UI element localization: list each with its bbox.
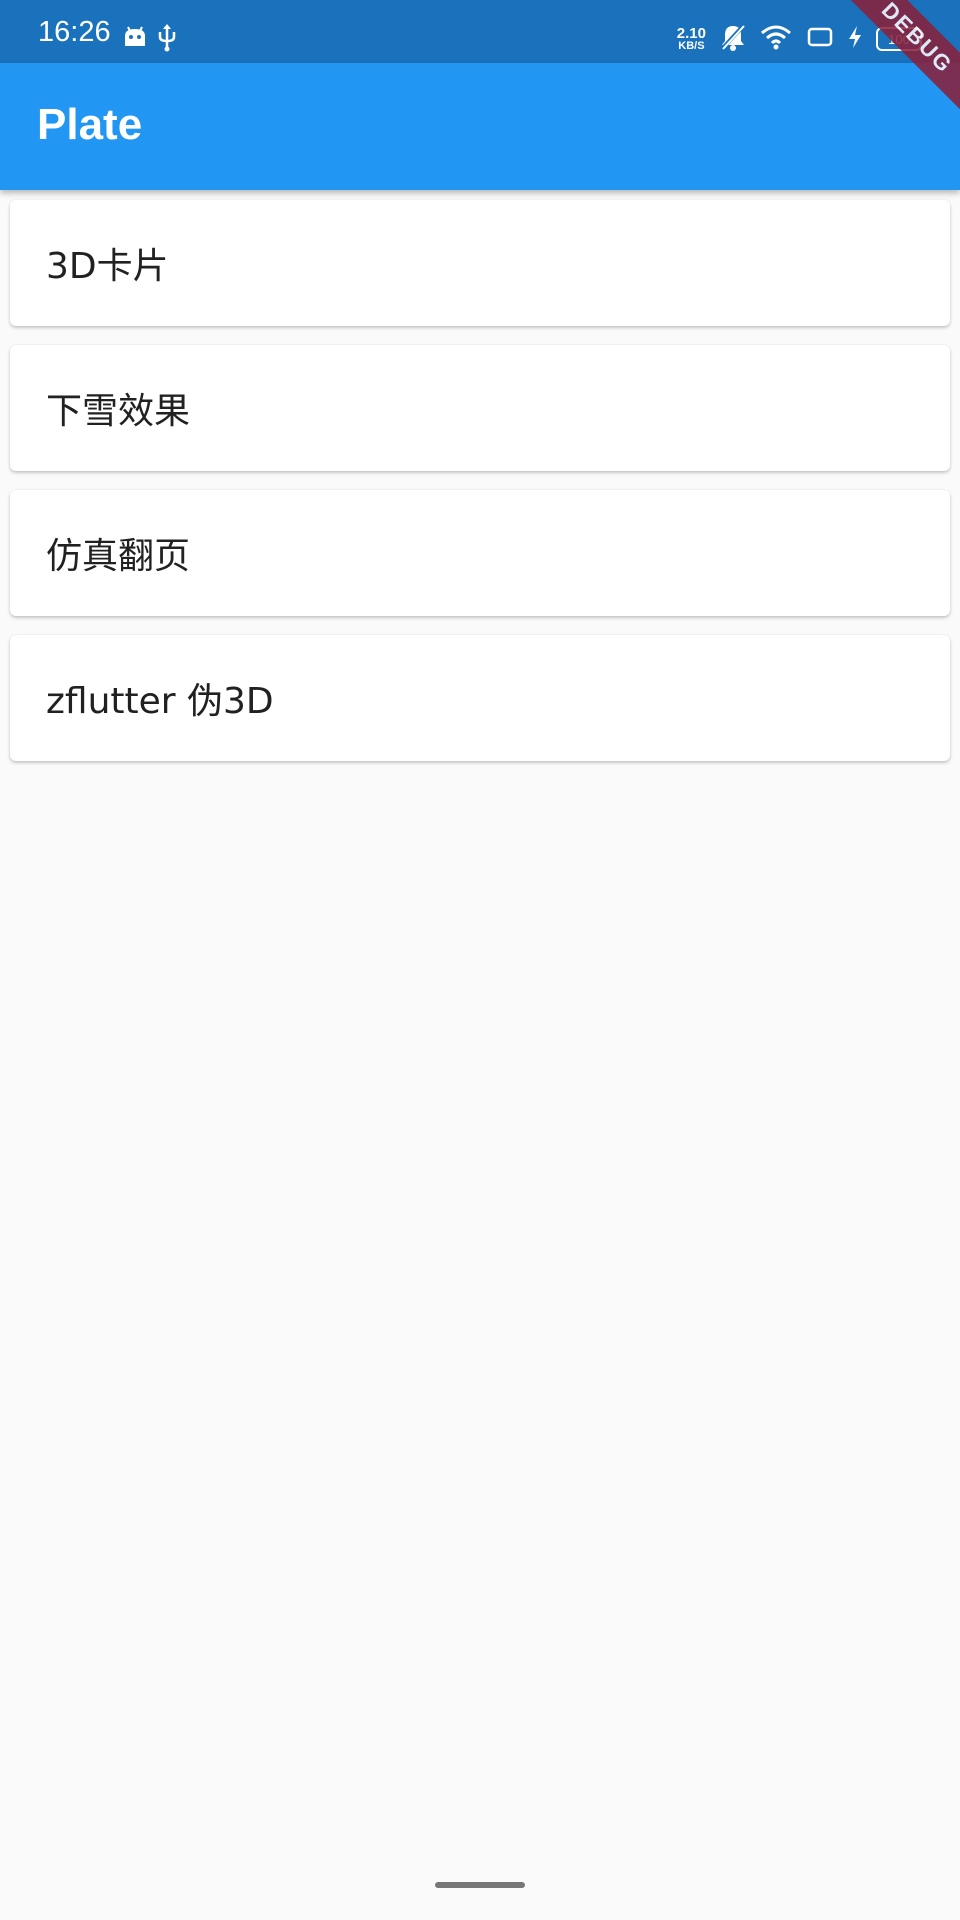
list-item-zflutter-3d[interactable]: zflutter 伪3D [10,635,950,761]
wifi-icon [760,24,792,54]
demo-list: 3D卡片 下雪效果 仿真翻页 zflutter 伪3D [10,200,950,780]
page-title: Plate [37,100,143,149]
android-icon [122,26,148,52]
network-speed-unit: KB/S [678,40,705,52]
list-item-label: 仿真翻页 [46,536,191,577]
network-speed: 2.10 KB/S [677,26,706,52]
app-screen: 16:26 2.10 KB/S Plate DEBUG 3D卡片 下雪效果 仿真… [0,0,960,1920]
app-bar: Plate [0,63,960,190]
usb-icon [157,24,177,56]
status-bar: 16:26 2.10 KB/S [0,0,960,63]
status-time: 16:26 [38,16,111,48]
gesture-nav-handle[interactable] [435,1882,525,1888]
list-item-label: 3D卡片 [46,246,169,287]
list-item-label: 下雪效果 [46,391,191,432]
list-item-3d-card[interactable]: 3D卡片 [10,200,950,326]
list-item-snow-effect[interactable]: 下雪效果 [10,345,950,471]
bell-off-icon [720,23,746,55]
list-item-page-curl[interactable]: 仿真翻页 [10,490,950,616]
list-item-label: zflutter 伪3D [46,681,274,722]
network-speed-value: 2.10 [676,25,706,42]
screen-rotate-icon [806,26,834,52]
charging-icon [848,26,862,52]
